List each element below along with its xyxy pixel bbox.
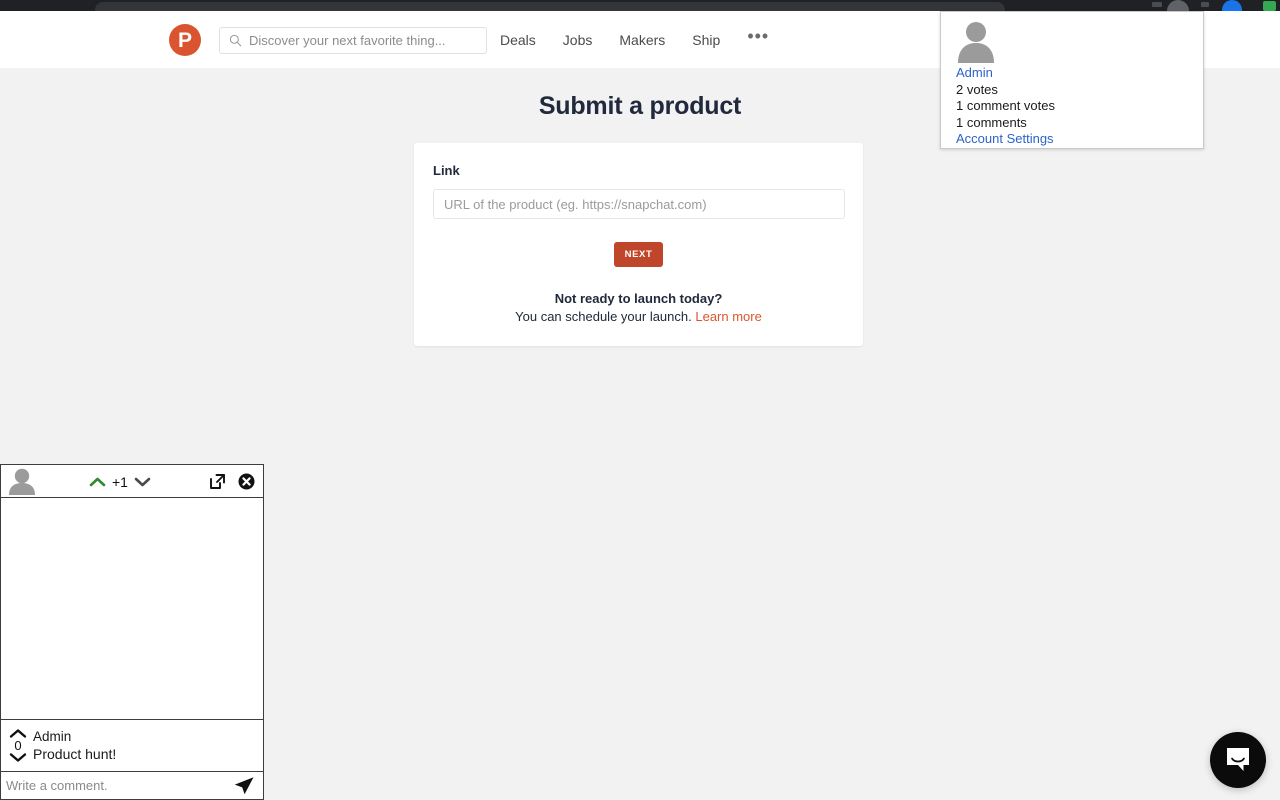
search-input[interactable]: Discover your next favorite thing... (249, 33, 446, 48)
browser-toolbar-icon-2[interactable] (1201, 2, 1209, 7)
account-stat-comments: 1 comments (956, 114, 1027, 130)
comment-widget: +1 0 Admin Product hunt! Write a comment… (0, 464, 264, 800)
account-settings-link[interactable]: Account Settings (949, 131, 1195, 148)
comment-list-item: 0 Admin Product hunt! (1, 720, 263, 772)
learn-more-link[interactable]: Learn more (695, 309, 761, 324)
comment-text-block: Admin Product hunt! (33, 728, 116, 763)
comment-vote-count: 0 (14, 738, 22, 753)
browser-extension-green-icon[interactable] (1263, 1, 1276, 11)
browser-toolbar-icon-1[interactable] (1152, 2, 1162, 7)
widget-vote-count: +1 (112, 473, 128, 490)
avatar (9, 468, 35, 495)
schedule-subtitle: You can schedule your launch. Learn more (433, 309, 844, 324)
product-hunt-logo[interactable]: P (169, 24, 201, 56)
account-username[interactable]: Admin (949, 65, 1195, 82)
account-stat-comment-votes: 1 comment votes (956, 98, 1055, 114)
chevron-down-icon[interactable] (134, 476, 151, 488)
comment-widget-feed (1, 498, 263, 720)
nav-more-icon[interactable]: ••• (747, 27, 769, 45)
logo-letter: P (177, 28, 192, 52)
avatar (958, 22, 994, 63)
comment-body: Product hunt! (33, 746, 117, 762)
comment-widget-header: +1 (1, 465, 263, 498)
chevron-down-icon[interactable] (9, 752, 27, 763)
main-nav: Deals Jobs Makers Ship ••• (500, 11, 769, 68)
widget-vote-cluster: +1 (89, 465, 151, 498)
comment-author: Admin (33, 729, 72, 744)
intercom-chat-launcher[interactable] (1210, 732, 1266, 788)
browser-active-tab[interactable] (95, 2, 1005, 11)
schedule-text: You can schedule your launch. (515, 309, 696, 324)
external-link-icon[interactable] (209, 473, 226, 490)
account-stat-votes: 2 votes (956, 81, 998, 97)
submit-product-card: Link NEXT Not ready to launch today? You… (414, 143, 863, 346)
link-field-label: Link (433, 163, 460, 178)
nav-item-ship[interactable]: Ship (692, 32, 720, 48)
account-dropdown-panel: Admin 2 votes 1 comment votes 1 comments… (940, 11, 1204, 149)
comment-input-row (1, 772, 263, 799)
next-button[interactable]: NEXT (614, 242, 663, 267)
schedule-title: Not ready to launch today? (554, 291, 723, 306)
product-url-input[interactable] (433, 189, 845, 219)
comment-vote-stack: 0 (5, 728, 31, 763)
send-paper-plane-icon[interactable] (233, 776, 255, 795)
schedule-launch-block: Not ready to launch today? You can sched… (433, 291, 844, 324)
browser-chrome-bar (0, 0, 1280, 22)
close-circle-icon[interactable] (238, 473, 255, 490)
chevron-up-icon[interactable] (89, 476, 106, 488)
nav-item-deals[interactable]: Deals (500, 32, 536, 48)
search-icon (229, 34, 242, 47)
nav-item-jobs[interactable]: Jobs (563, 32, 593, 48)
widget-header-actions (209, 465, 255, 498)
nav-item-makers[interactable]: Makers (619, 32, 665, 48)
comment-input[interactable] (6, 778, 221, 793)
chat-bubble-smile-icon (1227, 748, 1249, 771)
search-box[interactable]: Discover your next favorite thing... (219, 27, 487, 54)
